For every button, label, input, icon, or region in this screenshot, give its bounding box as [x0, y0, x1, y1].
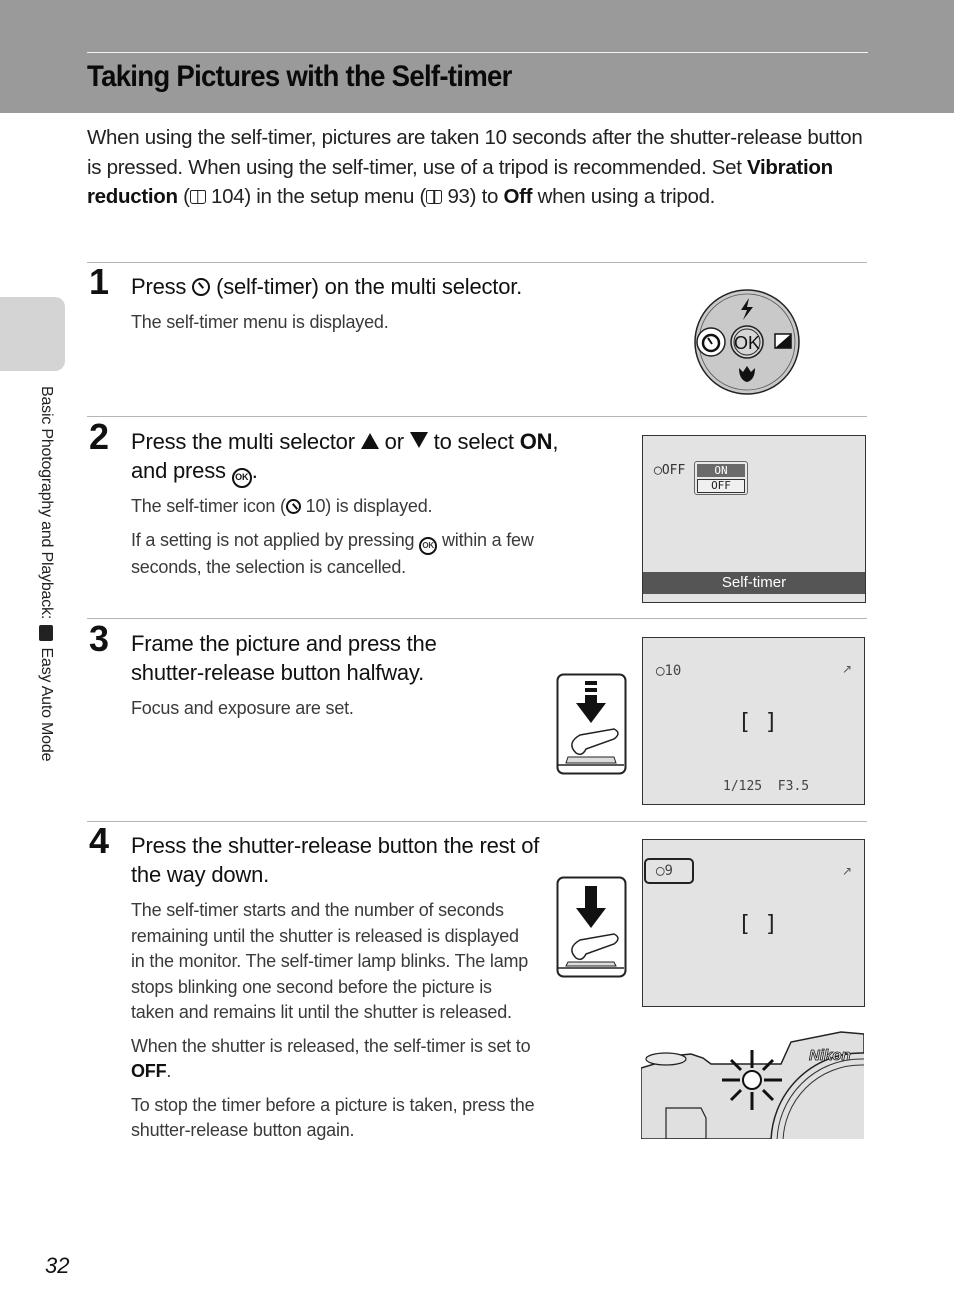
focus-brackets: [ ]	[738, 912, 778, 937]
ok-button-icon: OK	[419, 536, 438, 555]
step-3-body: Focus and exposure are set.	[131, 698, 354, 718]
step-number: 2	[89, 416, 110, 457]
down-arrow-icon	[409, 432, 428, 448]
monitor-countdown: ◯9 ↗ [ ]	[642, 839, 865, 1007]
book-icon	[426, 190, 443, 204]
shutter-half-press-icon	[556, 673, 627, 775]
step-divider	[87, 618, 867, 619]
camera-self-timer-lamp-illustration: Nikon	[641, 1031, 864, 1139]
exposure-readout: 1/125 F3.5	[723, 779, 810, 794]
easy-auto-mode-icon	[39, 625, 53, 642]
ok-label: OK	[734, 333, 760, 353]
page-header: Taking Pictures with the Self-timer	[0, 0, 954, 113]
step-3-heading: Frame the picture and press the shutter-…	[131, 631, 437, 685]
step-4-body: The self-timer starts and the number of …	[131, 900, 535, 1140]
book-icon	[189, 190, 206, 204]
step-divider	[87, 821, 867, 822]
page-number: 32	[45, 1253, 70, 1278]
on-off-menu: ON OFF	[694, 461, 748, 495]
step-number: 1	[89, 261, 110, 302]
zoom-indicator-icon: ↗	[841, 864, 852, 878]
self-timer-status-icon: ◯OFF	[654, 463, 686, 478]
ok-button-icon: OK	[231, 468, 252, 488]
brand-logo: Nikon	[809, 1047, 851, 1064]
multi-selector-diagram: OK	[694, 289, 800, 395]
menu-title-bar: Self-timer	[643, 572, 865, 594]
chapter-label: Basic Photography and Playback: Easy Aut…	[38, 386, 55, 762]
monitor-half-press: ◯10 ↗ [ ] 1/125 F3.5	[642, 637, 865, 805]
self-timer-countdown: ◯9	[644, 858, 694, 884]
page-ref-104[interactable]: 104) in the setup menu (	[206, 185, 426, 208]
step-divider	[87, 416, 867, 417]
chapter-tab	[0, 297, 65, 371]
self-timer-icon	[285, 499, 301, 514]
step-2-body: The self-timer icon ( 10) is displayed. …	[131, 496, 534, 577]
shutter-full-press-icon	[556, 876, 627, 978]
step-2-heading: Press the multi selector or to select ON…	[131, 427, 558, 488]
page-ref-93[interactable]: 93) to	[442, 185, 503, 208]
step-divider	[87, 262, 867, 263]
menu-option-on[interactable]: ON	[697, 464, 745, 477]
step-1-body: The self-timer menu is displayed.	[131, 312, 389, 332]
menu-option-off[interactable]: OFF	[697, 479, 745, 493]
step-number: 3	[89, 618, 110, 659]
zoom-indicator-icon: ↗	[841, 662, 852, 676]
focus-brackets: [ ]	[738, 710, 778, 735]
step-4-heading: Press the shutter-release button the res…	[131, 833, 540, 887]
step-1-heading: Press (self-timer) on the multi selector…	[131, 274, 523, 299]
page-title: Taking Pictures with the Self-timer	[87, 60, 512, 93]
step-number: 4	[89, 820, 110, 861]
up-arrow-icon	[360, 433, 379, 449]
intro-paragraph: When using the self-timer, pictures are …	[87, 126, 863, 208]
self-timer-icon	[192, 278, 211, 296]
self-timer-countdown: ◯10	[656, 663, 682, 679]
header-rule	[87, 52, 868, 53]
self-timer-lamp	[742, 1070, 762, 1090]
monitor-self-timer-menu: ◯OFF ON OFF Self-timer	[642, 435, 866, 603]
